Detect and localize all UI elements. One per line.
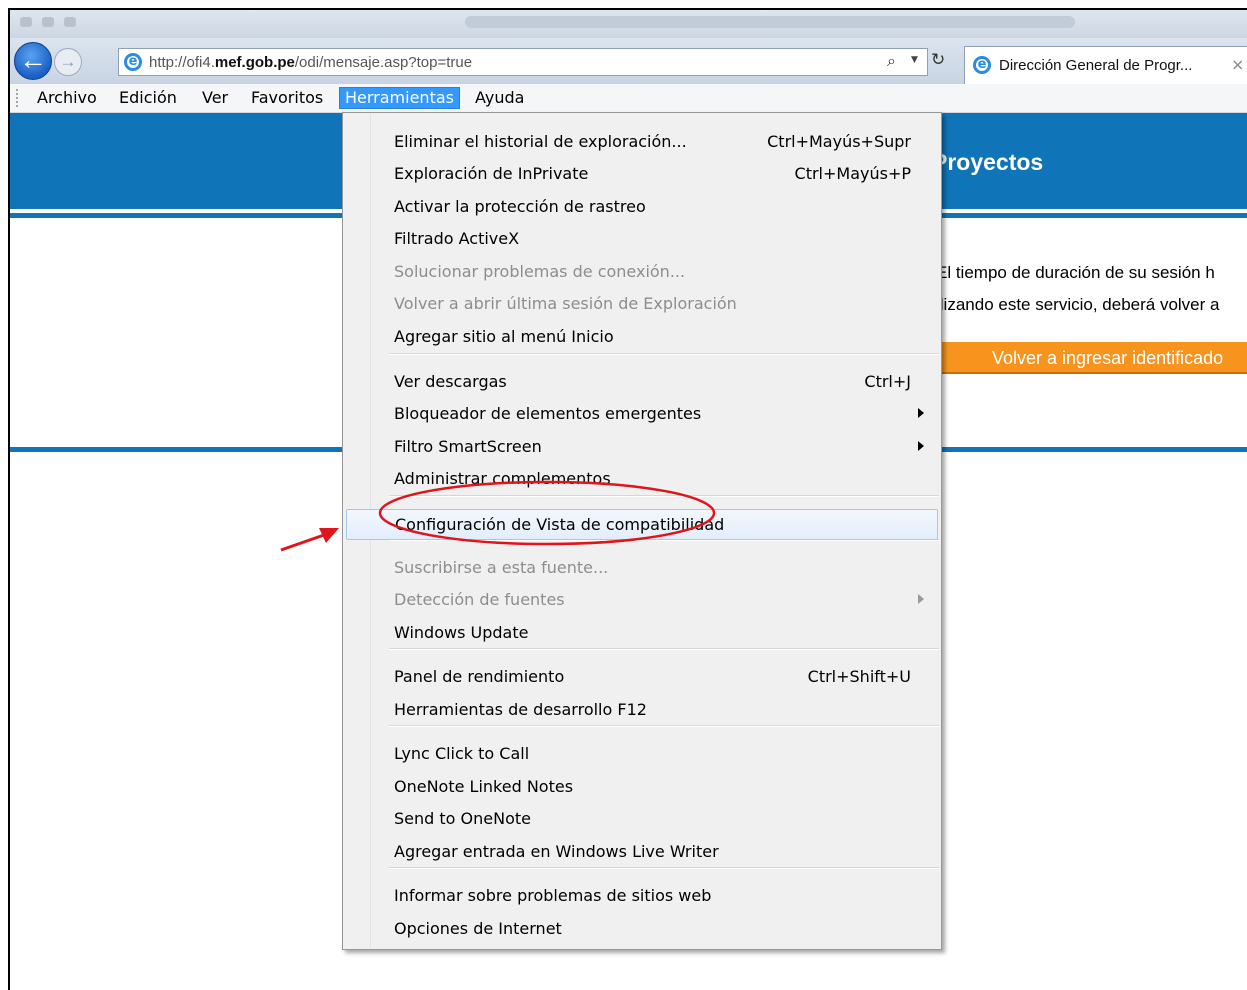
menu-item-ver-descargas[interactable]: Ver descargas Ctrl+J	[346, 367, 938, 398]
menu-item-administrar-complementos[interactable]: Administrar complementos	[346, 464, 938, 495]
menu-item-label: Send to OneNote	[394, 809, 531, 828]
menu-item-label: Configuración de Vista de compatibilidad	[395, 515, 725, 534]
menu-item-deteccion-de-fuentes: Detección de fuentes	[346, 585, 938, 616]
dropdown-arrow-icon[interactable]: ▼	[911, 55, 918, 65]
submenu-arrow-icon	[918, 441, 924, 451]
url-domain: mef.gob.pe	[214, 54, 295, 71]
window-icon	[42, 17, 54, 27]
menu-item-label: Panel de rendimiento	[394, 667, 565, 686]
menu-herramientas[interactable]: Herramientas	[339, 87, 460, 109]
submenu-arrow-icon	[918, 408, 924, 418]
menu-item-label: Opciones de Internet	[394, 919, 562, 938]
ie-page-icon: e	[124, 53, 142, 71]
forward-button[interactable]: →	[54, 48, 82, 76]
menu-item-panel-de-rendimiento[interactable]: Panel de rendimiento Ctrl+Shift+U	[346, 662, 938, 693]
menu-item-volver-a-abrir-ultima-sesion-de-exploracion: Volver a abrir última sesión de Explorac…	[346, 289, 938, 320]
menu-item-label: Detección de fuentes	[394, 590, 565, 609]
menu-item-opciones-de-internet[interactable]: Opciones de Internet	[346, 914, 938, 945]
tools-dropdown-menu: Eliminar el historial de exploración... C…	[342, 112, 942, 950]
menu-item-filtrado-activex[interactable]: Filtrado ActiveX	[346, 224, 938, 255]
menu-item-label: Activar la protección de rastreo	[394, 197, 646, 216]
menu-edicion[interactable]: Edición	[114, 87, 182, 109]
menu-item-lync-click-to-call[interactable]: Lync Click to Call	[346, 739, 938, 770]
menu-item-label: Exploración de InPrivate	[394, 164, 589, 183]
menu-item-exploracion-de-inprivate[interactable]: Exploración de InPrivate Ctrl+Mayús+P	[346, 159, 938, 190]
title-bar	[10, 10, 1247, 38]
submenu-arrow-icon	[918, 594, 924, 604]
tab-title: Dirección General de Progr...	[999, 57, 1193, 74]
menu-item-label: Solucionar problemas de conexión...	[394, 262, 686, 281]
menu-item-label: Eliminar el historial de exploración...	[394, 132, 687, 151]
menu-item-shortcut: Ctrl+Shift+U	[807, 667, 911, 686]
session-message-line1: El tiempo de duración de su sesión h	[936, 263, 1215, 282]
menu-item-onenote-linked-notes[interactable]: OneNote Linked Notes	[346, 772, 938, 803]
menu-item-label: Lync Click to Call	[394, 744, 530, 763]
menu-item-filtro-smartscreen[interactable]: Filtro SmartScreen	[346, 432, 938, 463]
menu-item-label: Agregar sitio al menú Inicio	[394, 327, 614, 346]
menu-item-label: Bloqueador de elementos emergentes	[394, 404, 702, 423]
session-message-line2: ilizando este servicio, deberá volver a	[936, 295, 1220, 314]
url-path: /odi/mensaje.asp?top=true	[294, 54, 473, 71]
menu-item-herramientas-de-desarrollo-f12[interactable]: Herramientas de desarrollo F12	[346, 695, 938, 726]
menu-item-shortcut: Ctrl+Mayús+Supr	[767, 132, 911, 151]
menu-separator	[389, 495, 939, 497]
browser-window: ← → e http://ofi4.mef.gob.pe/odi/mensaje…	[8, 8, 1247, 990]
menu-item-activar-la-proteccion-de-rastreo[interactable]: Activar la protección de rastreo	[346, 192, 938, 223]
refresh-icon[interactable]: ↻	[931, 50, 945, 70]
ie-tab-icon: e	[973, 56, 991, 74]
menu-item-label: Filtro SmartScreen	[394, 437, 542, 456]
page-banner-title: Proyectos	[932, 149, 1044, 175]
menu-item-label: Volver a abrir última sesión de Explorac…	[394, 294, 737, 313]
reenter-identification-button[interactable]: Volver a ingresar identificado	[936, 342, 1247, 374]
search-icon[interactable]: ⌕	[887, 51, 896, 71]
red-arrow-icon	[280, 528, 339, 552]
menu-item-eliminar-el-historial-de-exploracion[interactable]: Eliminar el historial de exploración... C…	[346, 127, 938, 158]
menu-item-shortcut: Ctrl+J	[864, 372, 911, 391]
menu-item-label: Agregar entrada en Windows Live Writer	[394, 842, 719, 861]
menu-item-shortcut: Ctrl+Mayús+P	[794, 164, 911, 183]
back-button[interactable]: ←	[14, 42, 52, 80]
browser-tab[interactable]: e Dirección General de Progr... ×	[964, 46, 1247, 84]
menu-ver[interactable]: Ver	[197, 87, 233, 109]
window-icon	[64, 17, 76, 27]
menu-item-solucionar-problemas-de-conexion: Solucionar problemas de conexión...	[346, 257, 938, 288]
window-icon	[20, 17, 32, 27]
menu-bar: Archivo Edición Ver Favoritos Herramient…	[10, 84, 1247, 113]
menu-item-label: Filtrado ActiveX	[394, 229, 520, 248]
menu-separator	[389, 353, 939, 355]
menu-ayuda[interactable]: Ayuda	[470, 87, 529, 109]
menu-item-label: Suscribirse a esta fuente...	[394, 558, 609, 577]
menu-archivo[interactable]: Archivo	[32, 87, 102, 109]
menu-item-label: OneNote Linked Notes	[394, 777, 574, 796]
menu-item-windows-update[interactable]: Windows Update	[346, 618, 938, 649]
menu-item-label: Windows Update	[394, 623, 529, 642]
menu-item-label: Ver descargas	[394, 372, 507, 391]
menu-item-informar-sobre-problemas-de-sitios-web[interactable]: Informar sobre problemas de sitios web	[346, 881, 938, 912]
url-prefix: http://ofi4.	[149, 54, 215, 71]
forward-arrow-icon: →	[59, 52, 77, 71]
menu-item-agregar-sitio-al-menu-inicio[interactable]: Agregar sitio al menú Inicio	[346, 322, 938, 353]
menu-item-label: Herramientas de desarrollo F12	[394, 700, 647, 719]
address-bar[interactable]: e http://ofi4.mef.gob.pe/odi/mensaje.asp…	[118, 48, 945, 76]
menu-item-suscribirse-a-esta-fuente: Suscribirse a esta fuente...	[346, 553, 938, 584]
menu-item-configuracion-de-vista-de-compatibilidad[interactable]: Configuración de Vista de compatibilidad	[346, 509, 938, 540]
window-title-blurred	[465, 16, 1075, 28]
menu-item-bloqueador-de-elementos-emergentes[interactable]: Bloqueador de elementos emergentes	[346, 399, 938, 430]
menu-item-label: Informar sobre problemas de sitios web	[394, 886, 712, 905]
menu-favoritos[interactable]: Favoritos	[246, 87, 328, 109]
menu-item-send-to-onenote[interactable]: Send to OneNote	[346, 804, 938, 835]
navigation-bar: ← → e http://ofi4.mef.gob.pe/odi/mensaje…	[10, 38, 1247, 85]
url-text[interactable]: http://ofi4.mef.gob.pe/odi/mensaje.asp?t…	[149, 54, 472, 71]
back-arrow-icon: ←	[19, 44, 47, 75]
menu-item-label: Administrar complementos	[394, 469, 611, 488]
menubar-grip	[16, 89, 20, 107]
menu-item-agregar-entrada-en-windows-live-writer[interactable]: Agregar entrada en Windows Live Writer	[346, 837, 938, 868]
tab-close-icon[interactable]: ×	[1231, 55, 1244, 74]
